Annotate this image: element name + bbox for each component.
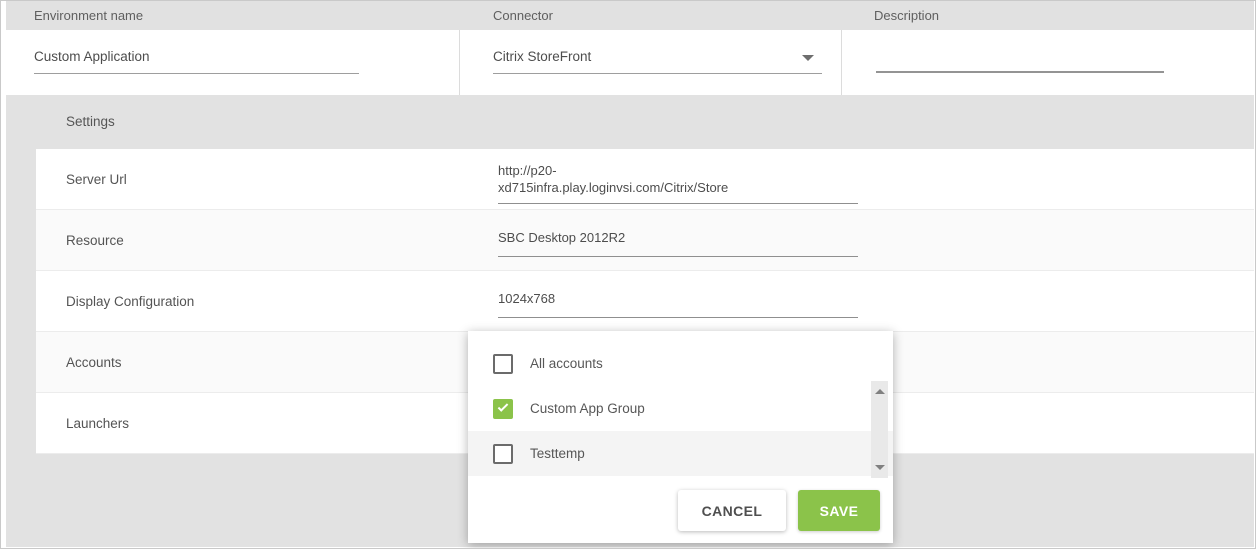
checkmark-icon — [498, 401, 509, 412]
scroll-down-arrow-icon[interactable] — [875, 465, 885, 470]
account-option-custom-app-group[interactable]: Custom App Group — [468, 386, 893, 431]
server-url-input[interactable]: http://p20- xd715infra.play.loginvsi.com… — [498, 156, 858, 204]
accounts-option-list: All accounts Custom App Group Testtemp — [468, 341, 893, 476]
scroll-up-arrow-icon[interactable] — [875, 389, 885, 394]
chevron-down-icon — [802, 55, 814, 61]
setting-row-display-configuration: Display Configuration 1024x768 — [36, 271, 1254, 332]
connector-select-value: Citrix StoreFront — [493, 49, 591, 64]
accounts-dropdown-popup: All accounts Custom App Group Testtemp C… — [468, 331, 893, 543]
account-option-testtemp[interactable]: Testtemp — [468, 431, 893, 476]
environment-editor: Environment name Connector Description C… — [0, 0, 1256, 549]
column-divider — [459, 30, 460, 95]
environment-input-row: Custom Application Citrix StoreFront — [2, 30, 1254, 95]
setting-label: Server Url — [66, 149, 127, 210]
description-column-header: Description — [874, 1, 939, 30]
connector-column-header: Connector — [493, 1, 553, 30]
server-url-line1: http://p20- — [498, 162, 858, 179]
popup-scrollbar[interactable] — [871, 381, 888, 478]
checkbox[interactable] — [493, 444, 513, 464]
setting-row-server-url: Server Url http://p20- xd715infra.play.l… — [36, 149, 1254, 210]
cancel-button[interactable]: CANCEL — [678, 490, 786, 531]
settings-section-title: Settings — [66, 95, 115, 149]
account-option-label: Custom App Group — [530, 401, 645, 416]
environment-name-input[interactable]: Custom Application — [34, 49, 359, 74]
column-header-strip: Environment name Connector Description — [6, 1, 1254, 30]
setting-label: Accounts — [66, 332, 122, 393]
connector-select[interactable]: Citrix StoreFront — [493, 49, 822, 74]
checkbox[interactable] — [493, 354, 513, 374]
save-button[interactable]: SAVE — [798, 490, 880, 531]
display-configuration-input[interactable]: 1024x768 — [498, 285, 858, 318]
account-option-label: All accounts — [530, 356, 603, 371]
setting-row-resource: Resource SBC Desktop 2012R2 — [36, 210, 1254, 271]
setting-label: Resource — [66, 210, 124, 271]
account-option-label: Testtemp — [530, 446, 585, 461]
environment-name-column-header: Environment name — [34, 1, 143, 30]
setting-label: Display Configuration — [66, 271, 194, 332]
column-divider — [841, 30, 842, 95]
server-url-line2: xd715infra.play.loginvsi.com/Citrix/Stor… — [498, 179, 858, 196]
setting-label: Launchers — [66, 393, 129, 454]
description-input[interactable] — [876, 49, 1164, 73]
popup-button-bar: CANCEL SAVE — [468, 490, 893, 531]
account-option-all-accounts[interactable]: All accounts — [468, 341, 893, 386]
resource-input[interactable]: SBC Desktop 2012R2 — [498, 224, 858, 257]
checkbox[interactable] — [493, 399, 513, 419]
